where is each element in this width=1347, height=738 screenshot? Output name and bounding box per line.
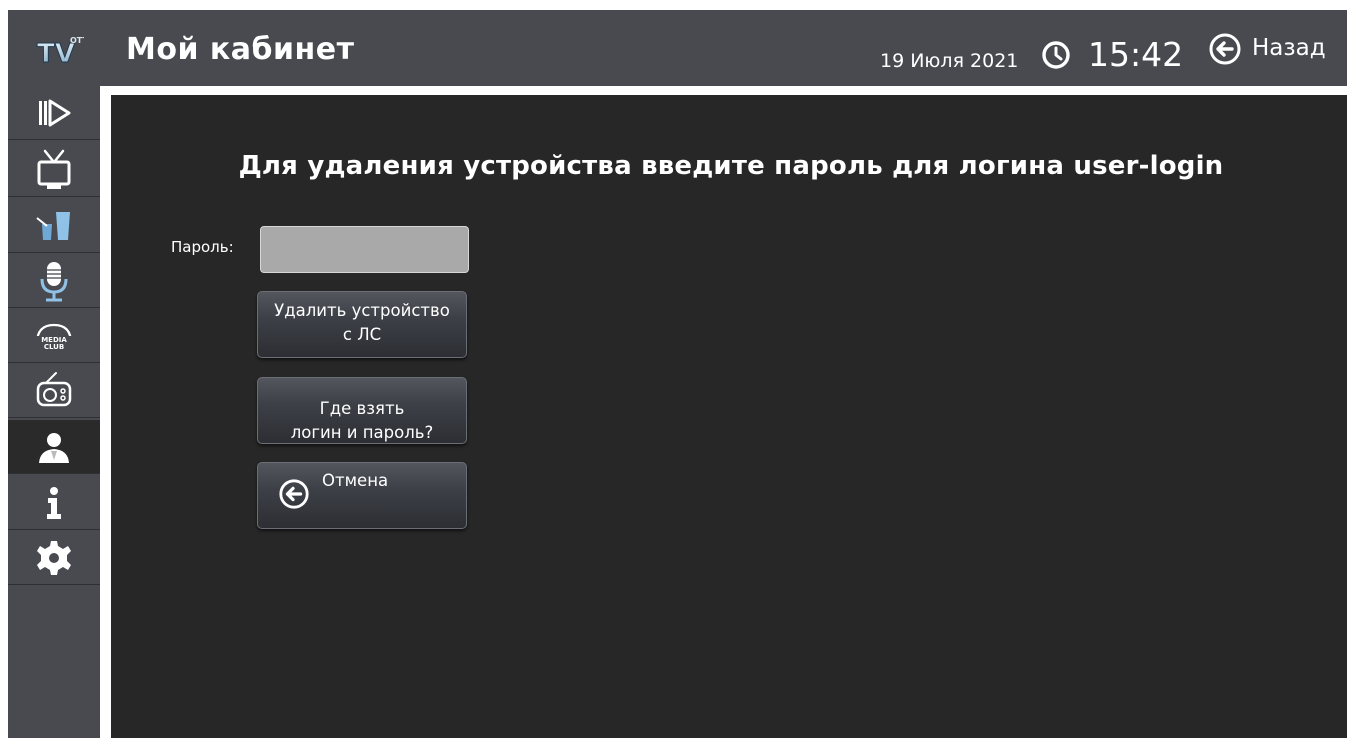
date-label: 19 Июля 2021 bbox=[880, 50, 1019, 72]
dialog-heading: Для удаления устройства введите пароль д… bbox=[238, 151, 1224, 181]
cancel-button[interactable]: Отмена bbox=[257, 462, 467, 529]
back-label: Назад bbox=[1252, 35, 1326, 61]
sidebar-item-player[interactable] bbox=[8, 86, 100, 140]
radio-icon bbox=[34, 371, 74, 411]
delete-button-line2: с ЛС bbox=[342, 325, 382, 344]
header-bar: TV OTT Мой кабинет 19 Июля 2021 15:42 На… bbox=[8, 10, 1347, 86]
password-label: Пароль: bbox=[171, 238, 234, 256]
header-divider bbox=[100, 86, 1347, 88]
microphone-icon bbox=[34, 259, 74, 303]
time-label: 15:42 bbox=[1088, 35, 1184, 74]
sidebar-item-settings[interactable] bbox=[8, 531, 100, 585]
password-input[interactable] bbox=[260, 226, 469, 273]
where-button-line1: Где взять bbox=[319, 399, 405, 418]
mediaclub-icon: MEDIA CLUB bbox=[32, 319, 76, 353]
svg-text:OTT: OTT bbox=[70, 36, 84, 45]
sidebar-item-tv[interactable] bbox=[8, 143, 100, 197]
cancel-label: Отмена bbox=[322, 471, 389, 490]
tv-icon bbox=[34, 148, 74, 192]
svg-text:CLUB: CLUB bbox=[44, 343, 64, 351]
back-arrow-icon bbox=[278, 478, 310, 510]
main-panel: Для удаления устройства введите пароль д… bbox=[111, 95, 1347, 738]
drinks-icon bbox=[34, 206, 74, 246]
delete-button-line1: Удалить устройство bbox=[274, 301, 450, 320]
info-icon bbox=[34, 483, 74, 523]
user-icon bbox=[34, 427, 74, 467]
gear-icon bbox=[34, 538, 74, 578]
where-button-line2: логин и пароль? bbox=[290, 423, 434, 442]
sidebar-item-account[interactable] bbox=[8, 420, 100, 474]
sidebar: MEDIA CLUB bbox=[8, 86, 100, 738]
back-arrow-icon bbox=[1208, 32, 1242, 70]
app: TV OTT Мой кабинет 19 Июля 2021 15:42 На… bbox=[0, 0, 1347, 738]
play-forward-icon bbox=[34, 93, 74, 133]
page-title: Мой кабинет bbox=[126, 32, 355, 67]
back-button[interactable]: Назад bbox=[1208, 32, 1326, 70]
clock-icon bbox=[1041, 40, 1071, 70]
where-to-get-credentials-button[interactable]: Где взять логин и пароль? bbox=[257, 377, 467, 444]
delete-device-button[interactable]: Удалить устройство с ЛС bbox=[257, 291, 467, 358]
sidebar-item-karaoke[interactable] bbox=[8, 254, 100, 308]
sidebar-item-radio[interactable] bbox=[8, 364, 100, 418]
sidebar-item-bar[interactable] bbox=[8, 199, 100, 253]
tv-ott-logo: TV OTT bbox=[36, 34, 89, 70]
sidebar-item-info[interactable] bbox=[8, 476, 100, 530]
sidebar-item-mediaclub[interactable]: MEDIA CLUB bbox=[8, 309, 100, 363]
